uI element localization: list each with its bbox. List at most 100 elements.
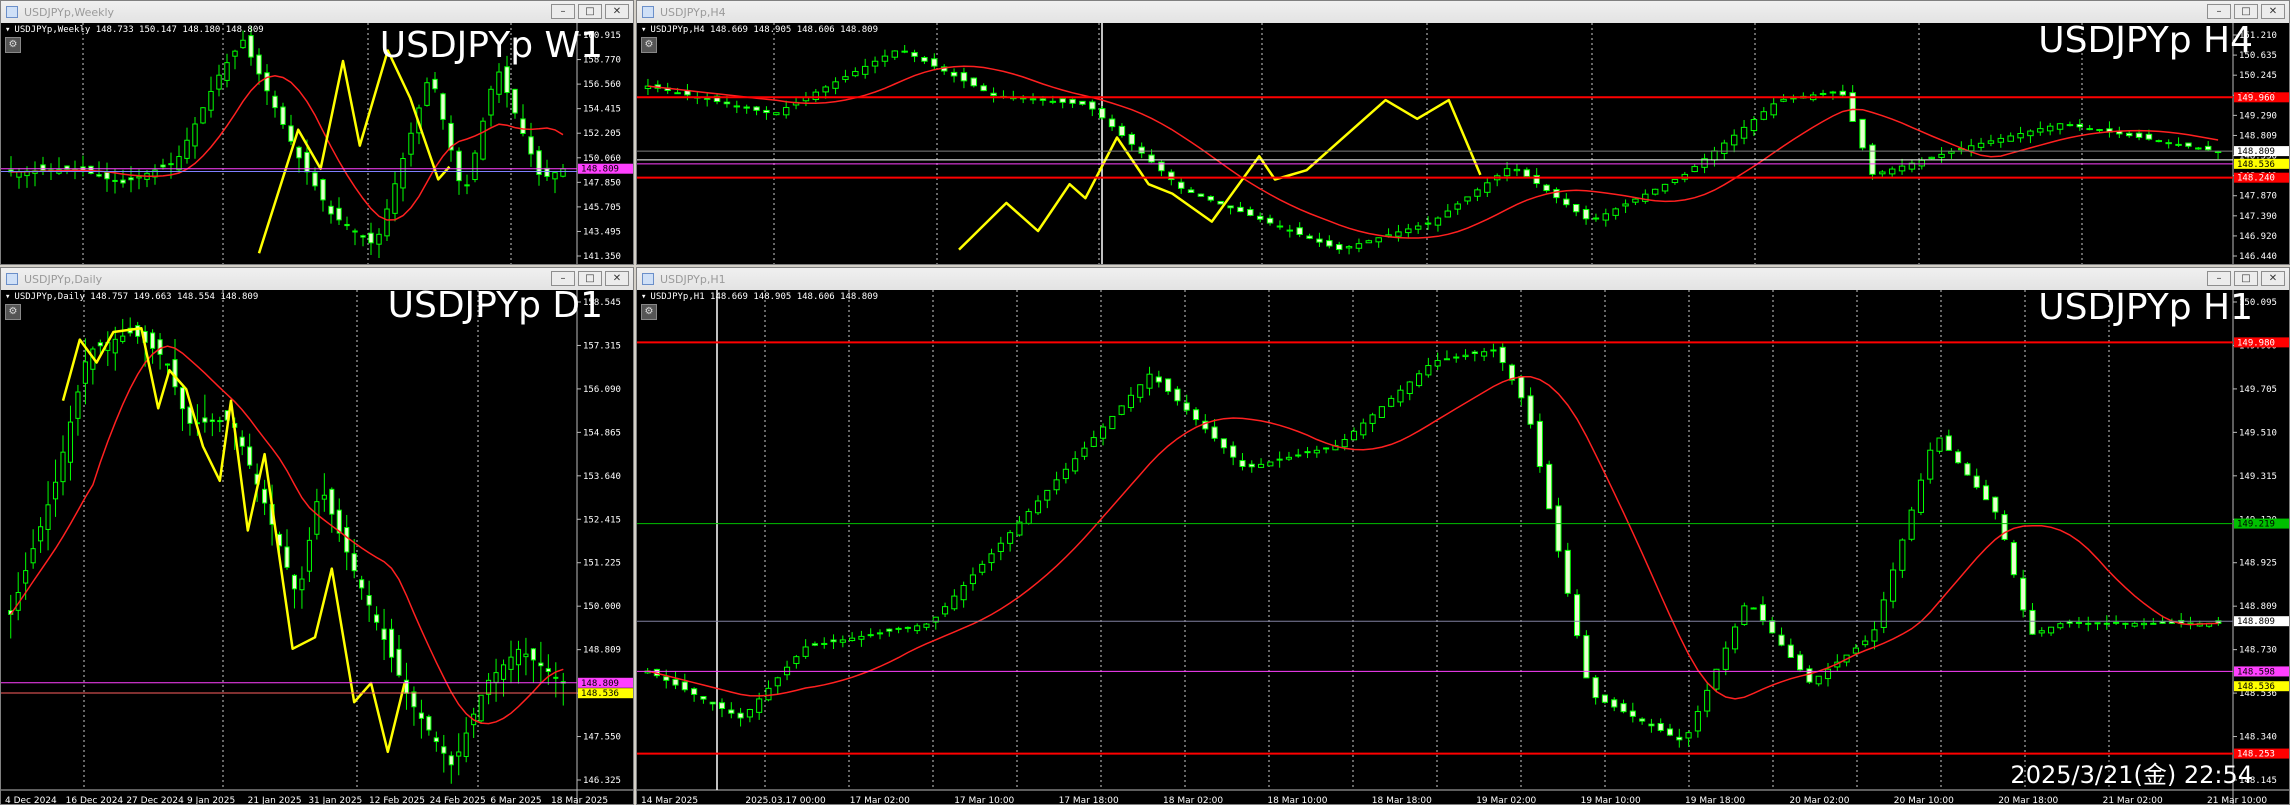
candle-body — [2155, 140, 2163, 143]
chart-settings-icon[interactable]: ⚙ — [641, 304, 657, 320]
candle-body — [496, 71, 502, 95]
chart-plot-area[interactable]: 150.095149.900149.705149.510149.315149.1… — [637, 288, 2289, 805]
candle-body — [1927, 449, 1934, 480]
candle-body — [733, 105, 741, 108]
moving-average-line — [647, 65, 2219, 239]
chart-window-h4[interactable]: USDJPYp,H4 – □ ✕ 151.210 150.635 150.245 14… — [636, 0, 2290, 265]
candle-body — [979, 563, 986, 573]
chart-window-icon — [642, 273, 654, 285]
candle-body — [1207, 196, 1215, 201]
time-tick-label: 20 Mar 18:00 — [1998, 796, 2058, 805]
minimize-button[interactable]: – — [2207, 271, 2231, 286]
chart-window-d1[interactable]: USDJPYp,Daily – □ ✕ 158.545 157.315 156.09… — [0, 267, 634, 805]
candle-body — [200, 107, 206, 124]
candle-body — [1770, 103, 1777, 116]
candle-body — [970, 77, 978, 87]
candle-body — [1713, 668, 1720, 690]
candle-body — [464, 184, 470, 187]
candle-body — [1405, 228, 1412, 234]
candle-body — [504, 66, 510, 94]
window-title: USDJPYp,H1 — [660, 272, 726, 286]
minimize-button[interactable]: – — [551, 4, 575, 19]
close-button[interactable]: ✕ — [605, 4, 629, 19]
candle-body — [217, 420, 223, 423]
candle-body — [150, 332, 156, 349]
candle-body — [1220, 438, 1227, 449]
candle-body — [52, 481, 59, 500]
minimize-button[interactable]: – — [2207, 4, 2231, 19]
chart-settings-icon[interactable]: ⚙ — [641, 37, 657, 53]
candle-body — [1137, 384, 1144, 398]
candle-body — [1069, 98, 1076, 104]
dropdown-arrow-icon[interactable]: ▾ — [5, 292, 10, 302]
candle-body — [1007, 532, 1014, 544]
candle-body — [821, 642, 828, 645]
candle-body — [1648, 723, 1655, 727]
candle-body — [728, 709, 735, 714]
chart-settings-icon[interactable]: ⚙ — [5, 304, 21, 320]
candle-body — [1248, 463, 1255, 468]
candle-body — [1378, 406, 1385, 418]
candle-body — [184, 139, 190, 159]
candle-body — [1694, 711, 1701, 732]
candle-body — [709, 701, 716, 705]
candle-body — [1355, 243, 1363, 249]
candle-body — [1471, 351, 1478, 355]
chart-window-w1[interactable]: USDJPYp,Weekly – □ ✕ 160.915 158.770 156.5… — [0, 0, 634, 265]
close-button[interactable]: ✕ — [2261, 4, 2285, 19]
candle-body — [239, 436, 245, 447]
candle-body — [765, 687, 772, 701]
close-button[interactable]: ✕ — [2261, 271, 2285, 286]
candle-body — [1780, 98, 1787, 102]
price-tick-label: 157.315 — [583, 341, 621, 351]
candle-body — [2007, 135, 2014, 142]
candle-body — [433, 737, 439, 743]
candle-body — [157, 339, 163, 355]
candle-body — [1267, 461, 1274, 467]
candle-body — [463, 732, 469, 758]
price-tick-label: 146.325 — [583, 776, 621, 786]
maximize-button[interactable]: □ — [578, 271, 602, 286]
candle-body — [1691, 166, 1698, 173]
candle-body — [1917, 479, 1924, 513]
candle-body — [1326, 240, 1333, 247]
close-button[interactable]: ✕ — [605, 271, 629, 286]
candle-body — [1464, 196, 1471, 202]
maximize-button[interactable]: □ — [2234, 4, 2258, 19]
chart-plot-area[interactable]: 151.210150.635150.245149.770149.290148.8… — [637, 21, 2289, 264]
maximize-button[interactable]: □ — [578, 4, 602, 19]
price-tick-label: 147.550 — [583, 733, 621, 743]
dropdown-arrow-icon[interactable]: ▾ — [641, 292, 646, 302]
chart-settings-icon[interactable]: ⚙ — [5, 37, 21, 53]
candle-body — [1089, 101, 1096, 110]
candle-body — [1090, 437, 1097, 447]
price-tick-label: 145.705 — [583, 203, 621, 213]
candle-body — [1256, 215, 1264, 220]
candle-body — [1750, 607, 1757, 610]
chart-plot-area[interactable]: 160.915 158.770 156.560 154.415 152.205 150.0… — [1, 23, 633, 264]
candle-body — [1211, 426, 1218, 439]
maximize-button[interactable]: □ — [2234, 271, 2258, 286]
candle-body — [1629, 710, 1636, 717]
candle-body — [1059, 98, 1066, 103]
dropdown-arrow-icon[interactable]: ▾ — [641, 25, 646, 35]
candle-body — [663, 676, 670, 681]
candle-body — [753, 106, 760, 111]
price-chart: 150.095149.900149.705149.510149.315149.1… — [637, 290, 2289, 805]
candle-body — [1053, 479, 1060, 491]
minimize-button[interactable]: – — [551, 271, 575, 286]
candle-body — [1247, 209, 1254, 216]
candle-body — [1732, 626, 1739, 650]
chart-window-h1[interactable]: USDJPYp,H1 – □ ✕ 150.095149.900149.70514… — [636, 267, 2290, 805]
candle-body — [1797, 654, 1804, 671]
window-titlebar[interactable]: USDJPYp,Weekly – □ ✕ — [1, 1, 633, 24]
candle-body — [23, 570, 29, 584]
candle-body — [488, 88, 494, 116]
candle-body — [1518, 376, 1525, 399]
dropdown-arrow-icon[interactable]: ▾ — [5, 25, 10, 35]
candle-body — [1977, 142, 1985, 148]
chart-plot-area[interactable]: 158.545 157.315 156.090 154.865 153.640 152.4… — [1, 286, 633, 804]
window-title: USDJPYp,H4 — [660, 5, 726, 19]
datetime-stamp: 2025/3/21(金) 22:54 — [2010, 761, 2253, 789]
candle-body — [1721, 142, 1728, 154]
